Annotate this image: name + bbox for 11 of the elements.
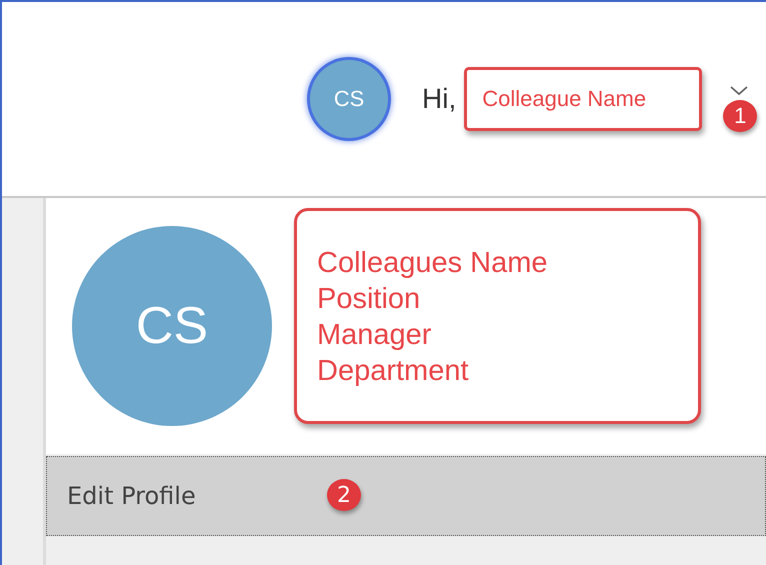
user-name-callout: Colleague Name — [464, 67, 702, 131]
profile-detail-text: Position — [317, 282, 422, 317]
greeting-text: Hi, — [422, 83, 456, 115]
chevron-down-icon[interactable] — [730, 86, 748, 96]
number-badge: 2 — [327, 479, 361, 511]
profile-detail-text: Manager — [317, 318, 432, 353]
profile-detail-text: Department — [317, 354, 470, 389]
number-badge: 1 — [723, 100, 758, 132]
profile-detail-text: Colleagues Name — [317, 246, 549, 281]
profile-avatar: CS — [72, 226, 272, 426]
menu-item[interactable]: Edit Profile 2 — [46, 456, 766, 536]
